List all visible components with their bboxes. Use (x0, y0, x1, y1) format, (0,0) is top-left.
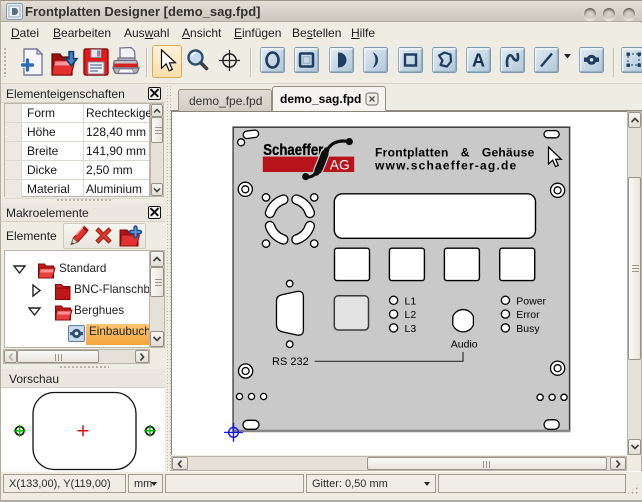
svg-text:Audio: Audio (451, 338, 478, 350)
svg-text:L2: L2 (405, 309, 417, 321)
svg-text:Power: Power (516, 295, 546, 307)
svg-text:www.schaeffer-ag.de: www.schaeffer-ag.de (374, 159, 517, 173)
svg-text:A: A (472, 51, 485, 71)
svg-text:RS 232: RS 232 (272, 356, 309, 368)
svg-text:L3: L3 (405, 323, 417, 335)
svg-text:L1: L1 (405, 295, 417, 307)
svg-text:Error: Error (516, 309, 540, 321)
svg-text:AG: AG (330, 156, 350, 172)
svg-text:Frontplatten & Gehäuse: Frontplatten & Gehäuse (375, 145, 535, 159)
svg-text:Busy: Busy (516, 323, 540, 335)
